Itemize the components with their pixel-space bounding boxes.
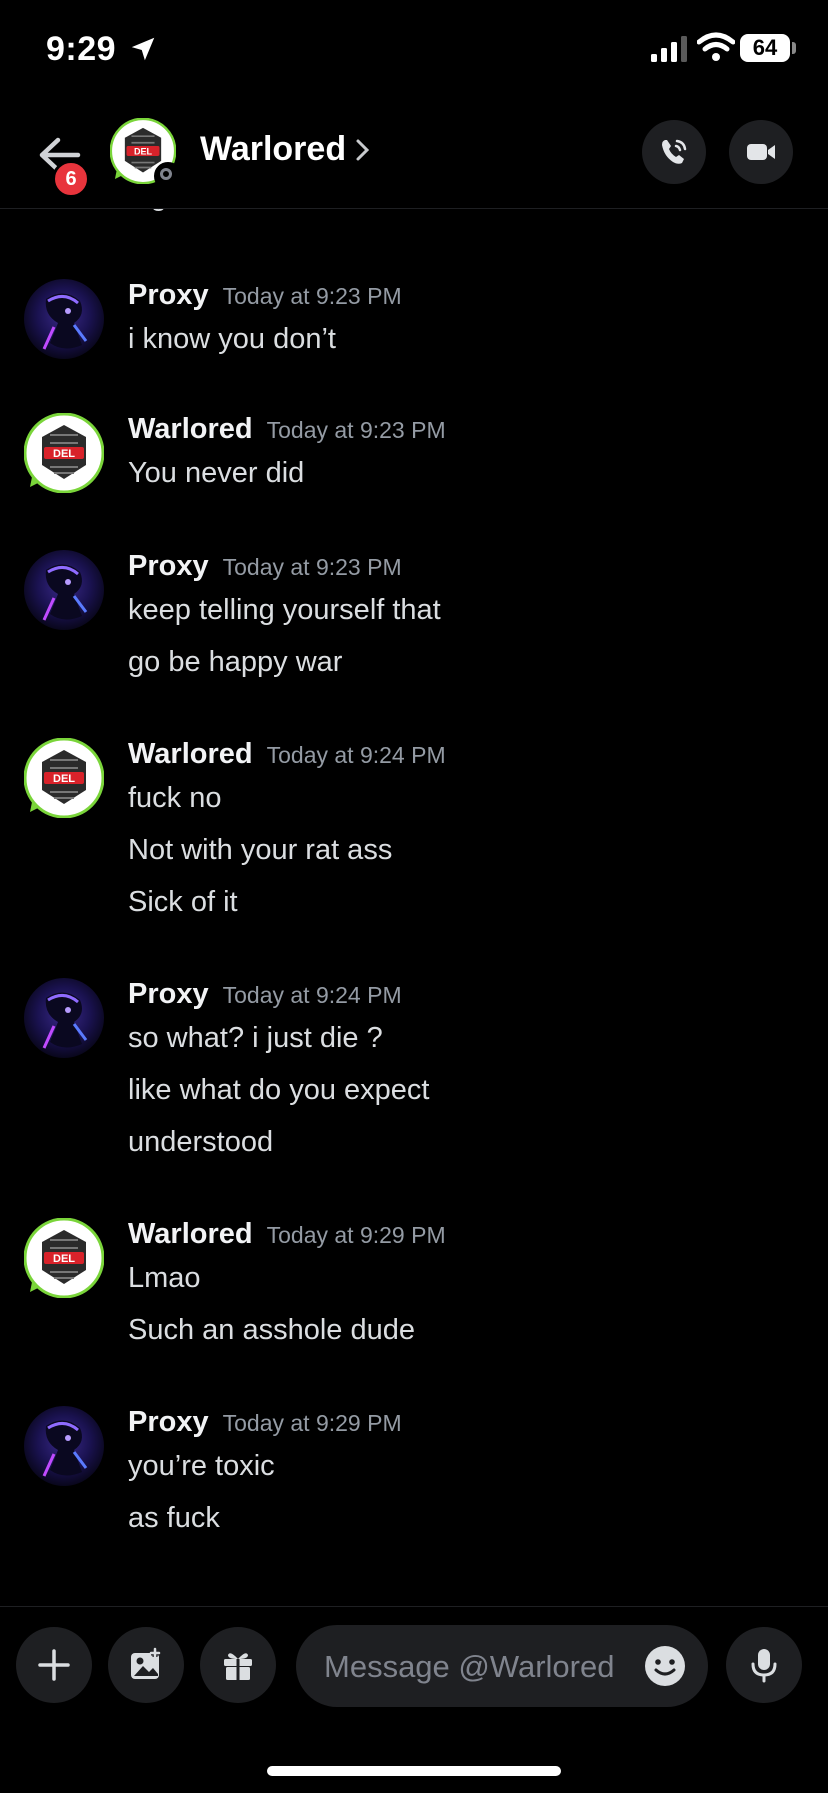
add-attachment-button[interactable] (16, 1627, 92, 1703)
message-input-placeholder: Message @Warlored (324, 1649, 615, 1684)
message-author-line: Proxy Today at 9:23 PM (128, 279, 402, 312)
video-camera-icon (747, 144, 775, 160)
voice-call-button[interactable] (642, 120, 706, 184)
cellular-signal-icon (651, 36, 687, 62)
author-name[interactable]: Warlored (128, 413, 253, 445)
gallery-button[interactable] (108, 1627, 184, 1703)
message-timestamp: Today at 9:23 PM (266, 417, 446, 443)
status-bar: 9:29 64 (0, 0, 828, 100)
message-author-line: Proxy Today at 9:29 PM (128, 1406, 402, 1439)
battery-nub (792, 42, 796, 54)
chevron-right-icon[interactable] (355, 136, 371, 164)
message-text: Lmao (128, 1262, 201, 1294)
message-text: You never did (128, 457, 305, 489)
message-text: Not with your rat ass (128, 834, 393, 866)
video-call-button[interactable] (729, 120, 793, 184)
message-timestamp: Today at 9:24 PM (266, 742, 446, 768)
dm-header: 6 Warlored (0, 100, 828, 209)
message-text: go be happy war (128, 646, 343, 678)
image-icon (131, 1647, 161, 1679)
author-name[interactable]: Warlored (128, 1218, 253, 1250)
message-timestamp: Today at 9:23 PM (222, 283, 402, 309)
message-composer: Message @Warlored (0, 1606, 828, 1793)
microphone-icon (751, 1649, 777, 1683)
home-indicator (267, 1766, 561, 1776)
message-text: like what do you expect (128, 1074, 430, 1106)
author-name[interactable]: Proxy (128, 978, 209, 1010)
location-arrow-icon (131, 37, 155, 61)
message-timestamp: Today at 9:24 PM (222, 982, 402, 1008)
message-list[interactable]: idgaf ProxyToday at 9:23 PM i know you d… (0, 208, 828, 1606)
user-avatar[interactable] (24, 550, 104, 630)
message-author-line: Proxy Today at 9:23 PM (128, 550, 402, 583)
gift-button[interactable] (200, 1627, 276, 1703)
message-text: so what? i just die ? (128, 1022, 383, 1054)
message-timestamp: Today at 9:29 PM (222, 1410, 402, 1436)
wifi-icon (697, 32, 735, 61)
battery-level: 64 (740, 34, 790, 62)
message-input[interactable]: Message @Warlored (296, 1625, 708, 1707)
user-avatar[interactable] (24, 1218, 104, 1298)
author-name[interactable]: Proxy (128, 1406, 209, 1438)
message-timestamp: Today at 9:23 PM (222, 554, 402, 580)
offline-status-indicator (154, 162, 182, 190)
message-author-line: Proxy Today at 9:24 PM (128, 978, 402, 1011)
message-text: i know you don’t (128, 323, 336, 355)
user-avatar[interactable] (24, 413, 104, 493)
message-text: Sick of it (128, 886, 238, 918)
user-avatar[interactable] (24, 738, 104, 818)
user-avatar[interactable] (24, 279, 104, 359)
unread-badge: 6 (52, 160, 90, 198)
status-time: 9:29 (46, 30, 117, 68)
message-author-line: Warlored Today at 9:24 PM (128, 738, 446, 771)
author-name[interactable]: Proxy (128, 279, 209, 311)
message-text: Such an asshole dude (128, 1314, 415, 1346)
dm-title[interactable]: Warlored (200, 130, 346, 169)
author-name[interactable]: Warlored (128, 738, 253, 770)
gift-icon (224, 1653, 252, 1680)
message-author-line: Warlored Today at 9:29 PM (128, 1218, 446, 1251)
message-author-line: Warlored Today at 9:23 PM (128, 413, 446, 446)
message-text: understood (128, 1126, 274, 1158)
plus-icon (38, 1649, 70, 1681)
emoji-icon[interactable] (644, 1645, 686, 1687)
message-text: keep telling yourself that (128, 594, 441, 626)
user-avatar[interactable] (24, 1406, 104, 1486)
message-text: fuck no (128, 782, 222, 814)
message-timestamp: Today at 9:29 PM (266, 1222, 446, 1248)
phone-call-icon (662, 139, 687, 164)
user-avatar[interactable] (24, 978, 104, 1058)
message-text: you’re toxic (128, 1450, 275, 1482)
message-text: as fuck (128, 1502, 220, 1534)
author-name[interactable]: Proxy (128, 550, 209, 582)
voice-message-button[interactable] (726, 1627, 802, 1703)
